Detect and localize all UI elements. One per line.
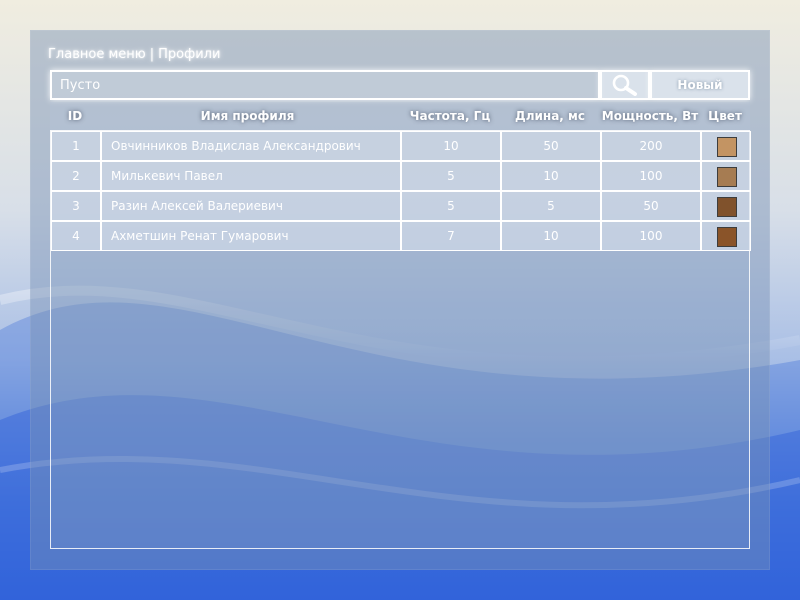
cell-frequency: 5	[401, 161, 501, 191]
cell-name: Разин Алексей Валериевич	[101, 191, 401, 221]
breadcrumb-current: Профили	[158, 47, 221, 62]
table-row[interactable]: 2 Милькевич Павел 5 10 100	[51, 161, 751, 191]
cell-length: 10	[501, 221, 601, 251]
cell-name: Милькевич Павел	[101, 161, 401, 191]
cell-power: 100	[601, 161, 701, 191]
cell-id: 3	[51, 191, 101, 221]
search-button[interactable]	[600, 70, 650, 100]
column-header-frequency[interactable]: Частота, Гц	[400, 102, 500, 130]
search-icon	[612, 74, 637, 96]
cell-length: 5	[501, 191, 601, 221]
cell-id: 4	[51, 221, 101, 251]
breadcrumb: Главное меню | Профили	[48, 45, 220, 65]
column-header-length[interactable]: Длина, мс	[500, 102, 600, 130]
breadcrumb-home-link[interactable]: Главное меню	[48, 47, 146, 62]
cell-frequency: 10	[401, 131, 501, 161]
cell-length: 10	[501, 161, 601, 191]
column-header-power[interactable]: Мощность, Вт	[600, 102, 700, 130]
cell-power: 50	[601, 191, 701, 221]
color-swatch[interactable]	[717, 137, 737, 157]
cell-color	[701, 131, 751, 161]
column-header-id[interactable]: ID	[50, 102, 100, 130]
cell-color	[701, 161, 751, 191]
table-row[interactable]: 1 Овчинников Владислав Александрович 10 …	[51, 131, 751, 161]
color-swatch[interactable]	[717, 197, 737, 217]
profiles-table: 1 Овчинников Владислав Александрович 10 …	[50, 130, 751, 549]
cell-name: Овчинников Владислав Александрович	[101, 131, 401, 161]
new-profile-button[interactable]: Новый	[650, 70, 750, 100]
cell-name: Ахметшин Ренат Гумарович	[101, 221, 401, 251]
cell-frequency: 7	[401, 221, 501, 251]
profiles-panel: Главное меню|Профили Новый ID Имя профил…	[30, 30, 770, 570]
cell-color	[701, 221, 751, 251]
table-header: ID Имя профиля Частота, Гц Длина, мс Мощ…	[50, 102, 750, 130]
search-input[interactable]	[50, 70, 600, 100]
breadcrumb-separator: |	[149, 47, 155, 62]
cell-frequency: 5	[401, 191, 501, 221]
color-swatch[interactable]	[717, 227, 737, 247]
cell-power: 200	[601, 131, 701, 161]
column-header-name[interactable]: Имя профиля	[100, 102, 395, 130]
cell-length: 50	[501, 131, 601, 161]
cell-id: 2	[51, 161, 101, 191]
table-row[interactable]: 4 Ахметшин Ренат Гумарович 7 10 100	[51, 221, 751, 251]
color-swatch[interactable]	[717, 167, 737, 187]
cell-id: 1	[51, 131, 101, 161]
cell-color	[701, 191, 751, 221]
column-header-color[interactable]: Цвет	[700, 102, 750, 130]
table-row[interactable]: 3 Разин Алексей Валериевич 5 5 50	[51, 191, 751, 221]
cell-power: 100	[601, 221, 701, 251]
